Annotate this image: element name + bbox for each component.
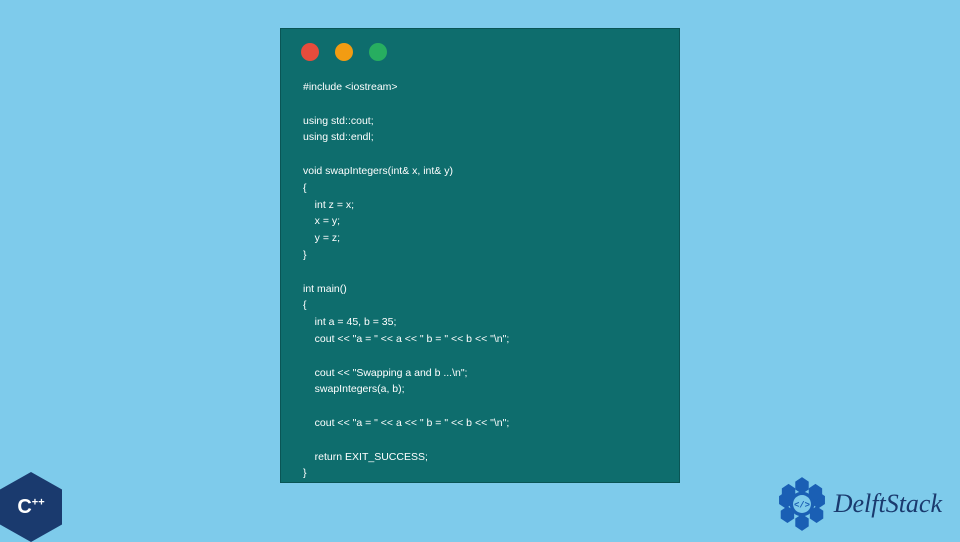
close-icon [301, 43, 319, 61]
delftstack-logo: </> DelftStack [774, 476, 942, 532]
code-content: #include <iostream> using std::cout; usi… [281, 69, 679, 492]
cpp-logo-plus: ++ [32, 496, 45, 508]
code-window: #include <iostream> using std::cout; usi… [280, 28, 680, 483]
maximize-icon [369, 43, 387, 61]
minimize-icon [335, 43, 353, 61]
cpp-logo-letter: C [17, 496, 31, 518]
svg-text:</>: </> [794, 500, 810, 510]
cpp-logo: C++ [0, 472, 68, 540]
delftstack-text: DelftStack [834, 489, 942, 519]
window-controls [281, 29, 679, 69]
gear-icon: </> [774, 476, 830, 532]
